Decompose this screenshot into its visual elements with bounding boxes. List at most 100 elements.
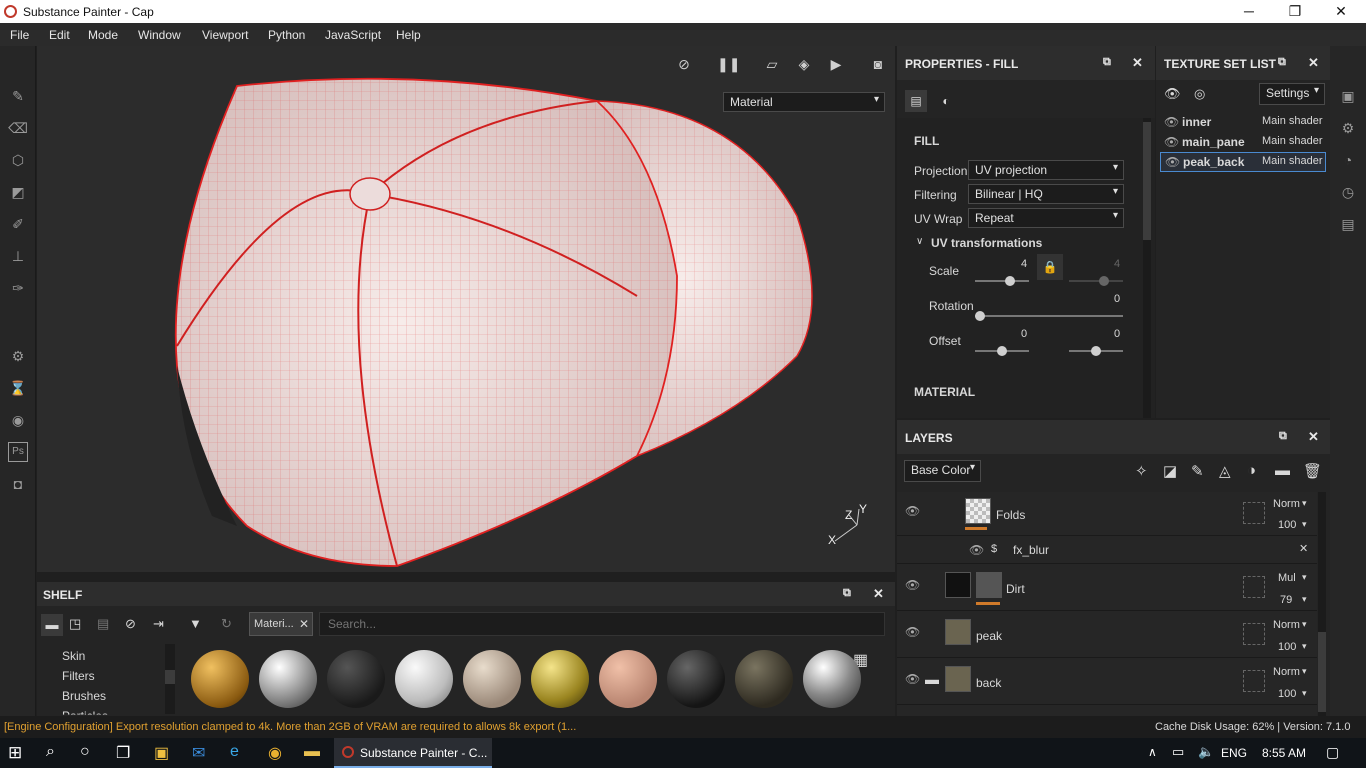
visibility-eye-icon[interactable]: 👁: [1164, 86, 1181, 102]
isolate-icon[interactable]: ◎: [1194, 86, 1205, 102]
remove-filter-icon[interactable]: ✕: [299, 617, 309, 631]
taskbar-app-substance[interactable]: Substance Painter - C...: [334, 738, 492, 768]
opacity-value[interactable]: 100: [1278, 688, 1296, 700]
material-thumbnail[interactable]: [599, 650, 657, 708]
effect-row[interactable]: 👁 $ fx_blur ✕: [897, 536, 1317, 564]
display-settings-icon[interactable]: ⚙: [1338, 118, 1358, 138]
polygon-fill-icon[interactable]: ◩: [8, 182, 28, 202]
menu-file[interactable]: File: [10, 28, 29, 42]
file-explorer-icon[interactable]: ▬: [304, 743, 320, 761]
eye-icon[interactable]: 👁: [1164, 135, 1179, 149]
projection-icon[interactable]: ⬡: [8, 150, 28, 170]
mail-icon[interactable]: ✉: [192, 743, 205, 763]
projection-dropdown[interactable]: UV projection ▾: [968, 160, 1124, 180]
minimize-button[interactable]: ─: [1226, 0, 1272, 23]
blend-mode[interactable]: Mul: [1278, 572, 1296, 584]
uvwrap-dropdown[interactable]: Repeat ▾: [968, 208, 1124, 228]
chevron-down-icon[interactable]: ▾: [1302, 688, 1307, 699]
cortana-icon[interactable]: ○: [80, 743, 90, 761]
menu-edit[interactable]: Edit: [49, 28, 70, 42]
add-paint-layer-icon[interactable]: ✎: [1191, 462, 1204, 480]
add-mask-icon[interactable]: ◪: [1163, 462, 1177, 480]
close-window-button[interactable]: ✕: [1318, 0, 1364, 23]
blend-mode[interactable]: Norm: [1273, 498, 1300, 510]
layer-row[interactable]: 👁 peak Norm 100 ▾ ▾: [897, 611, 1317, 658]
export-icon[interactable]: ⇥: [153, 616, 164, 632]
layer-row[interactable]: 👁 Folds Norm 100 ▾ ▾: [897, 492, 1317, 536]
uv-view-icon[interactable]: ▱: [761, 56, 783, 76]
layer-row[interactable]: 👁 Dirt Mul 79 ▾ ▾: [897, 564, 1317, 611]
delete-layer-icon[interactable]: 🗑: [1303, 462, 1322, 480]
tray-chevron-icon[interactable]: ∧: [1148, 745, 1157, 759]
filter-icon[interactable]: ▼: [189, 616, 202, 631]
collapse-chevron-icon[interactable]: ∨: [916, 236, 923, 247]
blend-mode[interactable]: Norm: [1273, 666, 1300, 678]
paint-brush-icon[interactable]: ✎: [8, 86, 28, 106]
material-thumbnail[interactable]: [191, 650, 249, 708]
material-thumbnail[interactable]: [259, 650, 317, 708]
folder-icon[interactable]: ▬: [41, 614, 63, 636]
camera-icon[interactable]: ▶: [825, 56, 847, 76]
fill-settings-icon[interactable]: ▤: [905, 90, 927, 112]
filtering-dropdown[interactable]: Bilinear | HQ ▾: [968, 184, 1124, 204]
scale-slider[interactable]: [975, 276, 1029, 286]
material-thumbnail[interactable]: [667, 650, 725, 708]
menu-python[interactable]: Python: [268, 28, 305, 42]
store-icon[interactable]: ▣: [154, 743, 169, 763]
close-panel-icon[interactable]: ✕: [1132, 55, 1143, 71]
add-fill-layer-icon[interactable]: ◬: [1219, 462, 1231, 480]
shelf-search-input[interactable]: [319, 612, 885, 636]
windows-start-icon[interactable]: ⊞: [8, 743, 22, 763]
menu-help[interactable]: Help: [396, 28, 421, 42]
category-brushes[interactable]: Brushes: [62, 689, 106, 703]
notification-icon[interactable]: ▢: [1326, 744, 1339, 761]
task-view-icon[interactable]: ❐: [116, 743, 130, 763]
opacity-value[interactable]: 100: [1278, 641, 1296, 653]
menu-mode[interactable]: Mode: [88, 28, 118, 42]
layer-visibility-icon[interactable]: 👁: [905, 578, 920, 592]
close-panel-icon[interactable]: ✕: [1308, 429, 1319, 445]
log-icon[interactable]: ▤: [1338, 214, 1358, 234]
hide-overlay-icon[interactable]: ⊘: [673, 56, 695, 76]
substance-icon[interactable]: ◉: [8, 410, 28, 430]
category-filters[interactable]: Filters: [62, 669, 95, 683]
texture-set-item-selected[interactable]: 👁 peak_back Main shader: [1160, 152, 1326, 172]
camera-export-icon[interactable]: ◘: [8, 474, 28, 494]
hide-icon[interactable]: ⊘: [125, 616, 136, 632]
layer-visibility-icon[interactable]: 👁: [905, 672, 920, 686]
language-indicator[interactable]: ENG: [1221, 746, 1247, 760]
material-thumbnail[interactable]: [463, 650, 521, 708]
float-panel-icon[interactable]: ⧉: [843, 587, 851, 600]
uv-transformations-toggle[interactable]: UV transformations: [931, 236, 1042, 250]
chevron-down-icon[interactable]: ▾: [1302, 572, 1307, 583]
layer-mask-slot[interactable]: [1243, 576, 1265, 598]
layer-visibility-icon[interactable]: 👁: [905, 625, 920, 639]
eye-icon[interactable]: 👁: [1165, 155, 1180, 169]
material-thumbnail[interactable]: [735, 650, 793, 708]
eraser-icon[interactable]: ⌫: [8, 118, 28, 138]
volume-icon[interactable]: 🔈: [1198, 744, 1214, 760]
bake-icon[interactable]: ⌛: [8, 378, 28, 398]
network-icon[interactable]: ▭: [1172, 744, 1184, 760]
chevron-down-icon[interactable]: ▾: [1302, 641, 1307, 652]
rotation-slider[interactable]: [975, 311, 1123, 321]
add-effect-icon[interactable]: ✧: [1135, 462, 1148, 480]
opacity-value[interactable]: 100: [1278, 519, 1296, 531]
material-thumbnail[interactable]: [327, 650, 385, 708]
search-icon[interactable]: ⌕: [46, 743, 55, 761]
float-panel-icon[interactable]: ⧉: [1103, 56, 1111, 69]
edge-icon[interactable]: e: [230, 743, 239, 761]
channel-dropdown[interactable]: Base Color ▾: [904, 460, 981, 482]
effect-visibility-icon[interactable]: 👁: [969, 543, 984, 557]
menu-viewport[interactable]: Viewport: [202, 28, 248, 42]
float-panel-icon[interactable]: ⧉: [1279, 430, 1287, 443]
clock[interactable]: 8:55 AM: [1262, 746, 1306, 760]
color-picker-icon[interactable]: ✑: [8, 278, 28, 298]
layers-scrollbar[interactable]: [1318, 492, 1326, 716]
smudge-icon[interactable]: ✐: [8, 214, 28, 234]
chevron-down-icon[interactable]: ▾: [1302, 519, 1307, 530]
texture-set-item[interactable]: 👁 inner Main shader: [1160, 112, 1326, 132]
material-thumbnail[interactable]: [395, 650, 453, 708]
texture-set-item[interactable]: 👁 main_pane Main shader: [1160, 132, 1326, 152]
chevron-down-icon[interactable]: ▾: [1302, 498, 1307, 509]
